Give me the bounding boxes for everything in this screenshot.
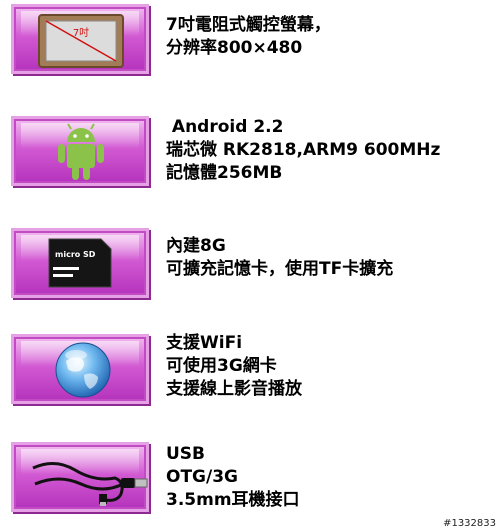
feature-text-usb: USB OTG/3G 3.5mm耳機接口 (166, 443, 300, 512)
feature-line: 可擴充記憶卡，使用TF卡擴充 (166, 259, 394, 279)
feature-text-storage: 內建8G 可擴充記憶卡，使用TF卡擴充 (166, 235, 393, 281)
feature-line: 3.5mm耳機接口 (166, 490, 300, 510)
feature-line: 內建8G (166, 236, 226, 256)
feature-line: OTG/3G (166, 467, 238, 487)
feature-text-wifi: 支援WiFi 可使用3G網卡 支援線上影音播放 (166, 332, 302, 401)
card-label: micro SD (55, 250, 96, 259)
screen-tile: 7吋 (11, 4, 149, 74)
usb-cable-icon (25, 454, 149, 506)
feature-line: 分辨率800×480 (166, 38, 303, 58)
feature-line: USB (166, 444, 206, 464)
android-robot-icon (55, 123, 107, 183)
wifi-tile (11, 334, 149, 404)
feature-text-screen: 7吋電阻式觸控螢幕， 分辨率800×480 (166, 14, 331, 60)
storage-tile: micro SD (11, 228, 149, 298)
feature-line: 記憶體256MB (166, 163, 283, 183)
feature-text-android: Android 2.2 瑞芯微 RK2818,ARM9 600MHz 記憶體25… (166, 116, 440, 185)
globe-network-icon (54, 341, 112, 399)
feature-line: 支援WiFi (166, 333, 243, 353)
usb-tile (11, 442, 149, 512)
microsd-card-icon: micro SD (47, 237, 113, 289)
image-id-label: #1332833 (443, 518, 496, 529)
tablet-screen-icon: 7吋 (38, 14, 124, 68)
feature-line: 7吋電阻式觸控螢幕， (166, 15, 331, 35)
screen-size-badge: 7吋 (73, 27, 89, 39)
feature-line: 可使用3G網卡 (166, 356, 277, 376)
feature-line: 支援線上影音播放 (166, 379, 302, 399)
feature-line: Android 2.2 (166, 117, 284, 137)
feature-line: 瑞芯微 RK2818,ARM9 600MHz (166, 140, 441, 160)
android-tile (11, 116, 149, 186)
